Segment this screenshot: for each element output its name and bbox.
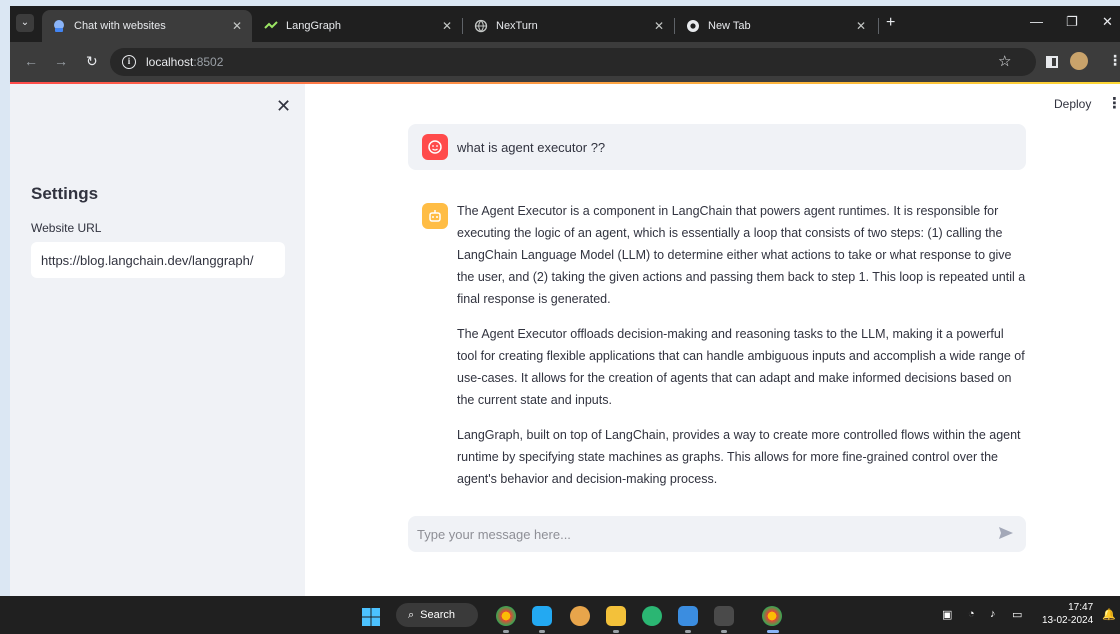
battery-icon[interactable]: ▭ <box>1012 608 1022 621</box>
globe-icon <box>474 19 488 33</box>
address-bar[interactable]: i localhost:8502 <box>110 48 1036 76</box>
profile-avatar[interactable] <box>1070 52 1088 70</box>
new-tab-plus-icon[interactable]: + <box>886 14 895 32</box>
terminal-app-icon[interactable] <box>714 606 734 626</box>
website-url-input[interactable] <box>31 242 285 278</box>
taskbar-search[interactable]: ⌕ Search <box>396 603 478 627</box>
deploy-button[interactable]: Deploy <box>1054 97 1091 111</box>
url-port: :8502 <box>193 55 224 69</box>
app-menu-icon[interactable]: ⋮ <box>1107 94 1120 112</box>
window-close-icon[interactable]: ✕ <box>1102 14 1113 30</box>
chat-input-container <box>408 516 1026 552</box>
tab-separator <box>674 18 675 34</box>
edge-app-icon[interactable] <box>642 606 662 626</box>
assistant-paragraph: The Agent Executor is a component in Lan… <box>457 204 1026 306</box>
langgraph-favicon-icon <box>264 19 278 33</box>
tab-separator <box>878 18 879 34</box>
send-icon[interactable] <box>998 525 1014 546</box>
chrome-app-icon[interactable] <box>762 606 782 626</box>
chat-input[interactable] <box>408 516 978 552</box>
restore-icon[interactable]: ❐ <box>1066 14 1078 30</box>
tab-close-icon[interactable]: ✕ <box>654 19 664 33</box>
tab-strip: ⌄ Chat with websites ✕ LangGraph ✕ NexTu… <box>10 6 1120 42</box>
windows-start-icon[interactable] <box>362 608 380 626</box>
tab-close-icon[interactable]: ✕ <box>232 19 242 33</box>
user-message-text: what is agent executor ?? <box>457 140 606 155</box>
chrome-icon <box>686 19 700 33</box>
browser-toolbar: ← → ↻ i localhost:8502 ☆ ⋮ <box>10 42 1120 82</box>
taskbar-clock[interactable]: 17:47 13-02-2024 <box>1042 601 1093 627</box>
tab-chat-with-websites[interactable]: Chat with websites ✕ <box>42 10 252 42</box>
photos-app-icon[interactable] <box>678 606 698 626</box>
tab-close-icon[interactable]: ✕ <box>856 19 866 33</box>
browser-window: ⌄ Chat with websites ✕ LangGraph ✕ NexTu… <box>10 6 1120 596</box>
chat-favicon-icon <box>52 19 66 33</box>
notification-bell-icon[interactable]: 🔔 <box>1102 608 1116 621</box>
assistant-message: The Agent Executor is a component in Lan… <box>457 200 1027 503</box>
main-content: Deploy ⋮ what is agent executor ?? The A… <box>305 84 1120 596</box>
chrome-app-icon[interactable] <box>496 606 516 626</box>
tab-title: LangGraph <box>286 20 342 32</box>
tab-search-button[interactable]: ⌄ <box>16 14 34 32</box>
active-indicator <box>767 630 779 633</box>
sidebar: ✕ Settings Website URL <box>10 84 305 596</box>
clock-time: 17:47 <box>1068 602 1094 613</box>
volume-icon[interactable]: ♪ <box>990 608 996 620</box>
app-icon[interactable] <box>570 606 590 626</box>
tab-nexturn[interactable]: NexTurn ✕ <box>464 10 674 42</box>
assistant-paragraph: The Agent Executor offloads decision-mak… <box>457 327 1025 407</box>
reload-icon[interactable]: ↻ <box>86 53 98 70</box>
tab-close-icon[interactable]: ✕ <box>442 19 452 33</box>
search-icon: ⌕ <box>408 608 415 621</box>
tab-langgraph[interactable]: LangGraph ✕ <box>254 10 462 42</box>
assistant-avatar-icon <box>422 203 448 229</box>
site-info-icon[interactable]: i <box>122 55 136 69</box>
running-indicator <box>721 630 727 633</box>
tab-title: Chat with websites <box>74 20 166 32</box>
assistant-paragraph: LangGraph, built on top of LangChain, pr… <box>457 428 1021 486</box>
sidebar-close-icon[interactable]: ✕ <box>276 96 291 117</box>
taskbar-search-label: Search <box>420 609 456 621</box>
running-indicator <box>503 630 509 633</box>
running-indicator <box>613 630 619 633</box>
minimize-icon[interactable]: — <box>1030 14 1043 29</box>
url-host: localhost <box>146 55 194 69</box>
chrome-menu-icon[interactable]: ⋮ <box>1108 52 1120 69</box>
file-explorer-icon[interactable] <box>606 606 626 626</box>
clock-date: 13-02-2024 <box>1042 615 1094 626</box>
running-indicator <box>685 630 691 633</box>
user-avatar-icon <box>422 134 448 160</box>
back-arrow-icon[interactable]: ← <box>24 53 38 69</box>
wifi-icon[interactable]: ◔ <box>968 608 975 620</box>
tab-separator <box>462 18 463 34</box>
tab-title: New Tab <box>708 20 751 32</box>
running-indicator <box>539 630 545 633</box>
forward-arrow-icon[interactable]: → <box>54 53 68 69</box>
windows-taskbar: ⌕ Search ▣ ◔ ♪ ▭ 17:47 13-02-2024 🔔 <box>0 596 1120 634</box>
teams-tray-icon[interactable]: ▣ <box>942 608 952 621</box>
tab-title: NexTurn <box>496 20 538 32</box>
user-message: what is agent executor ?? <box>408 124 1026 170</box>
tab-new-tab[interactable]: New Tab ✕ <box>676 10 876 42</box>
side-panel-icon[interactable] <box>1046 56 1058 68</box>
website-url-label: Website URL <box>31 221 102 235</box>
sidebar-title: Settings <box>31 184 99 203</box>
bookmark-star-icon[interactable]: ☆ <box>998 52 1011 70</box>
vscode-app-icon[interactable] <box>532 606 552 626</box>
